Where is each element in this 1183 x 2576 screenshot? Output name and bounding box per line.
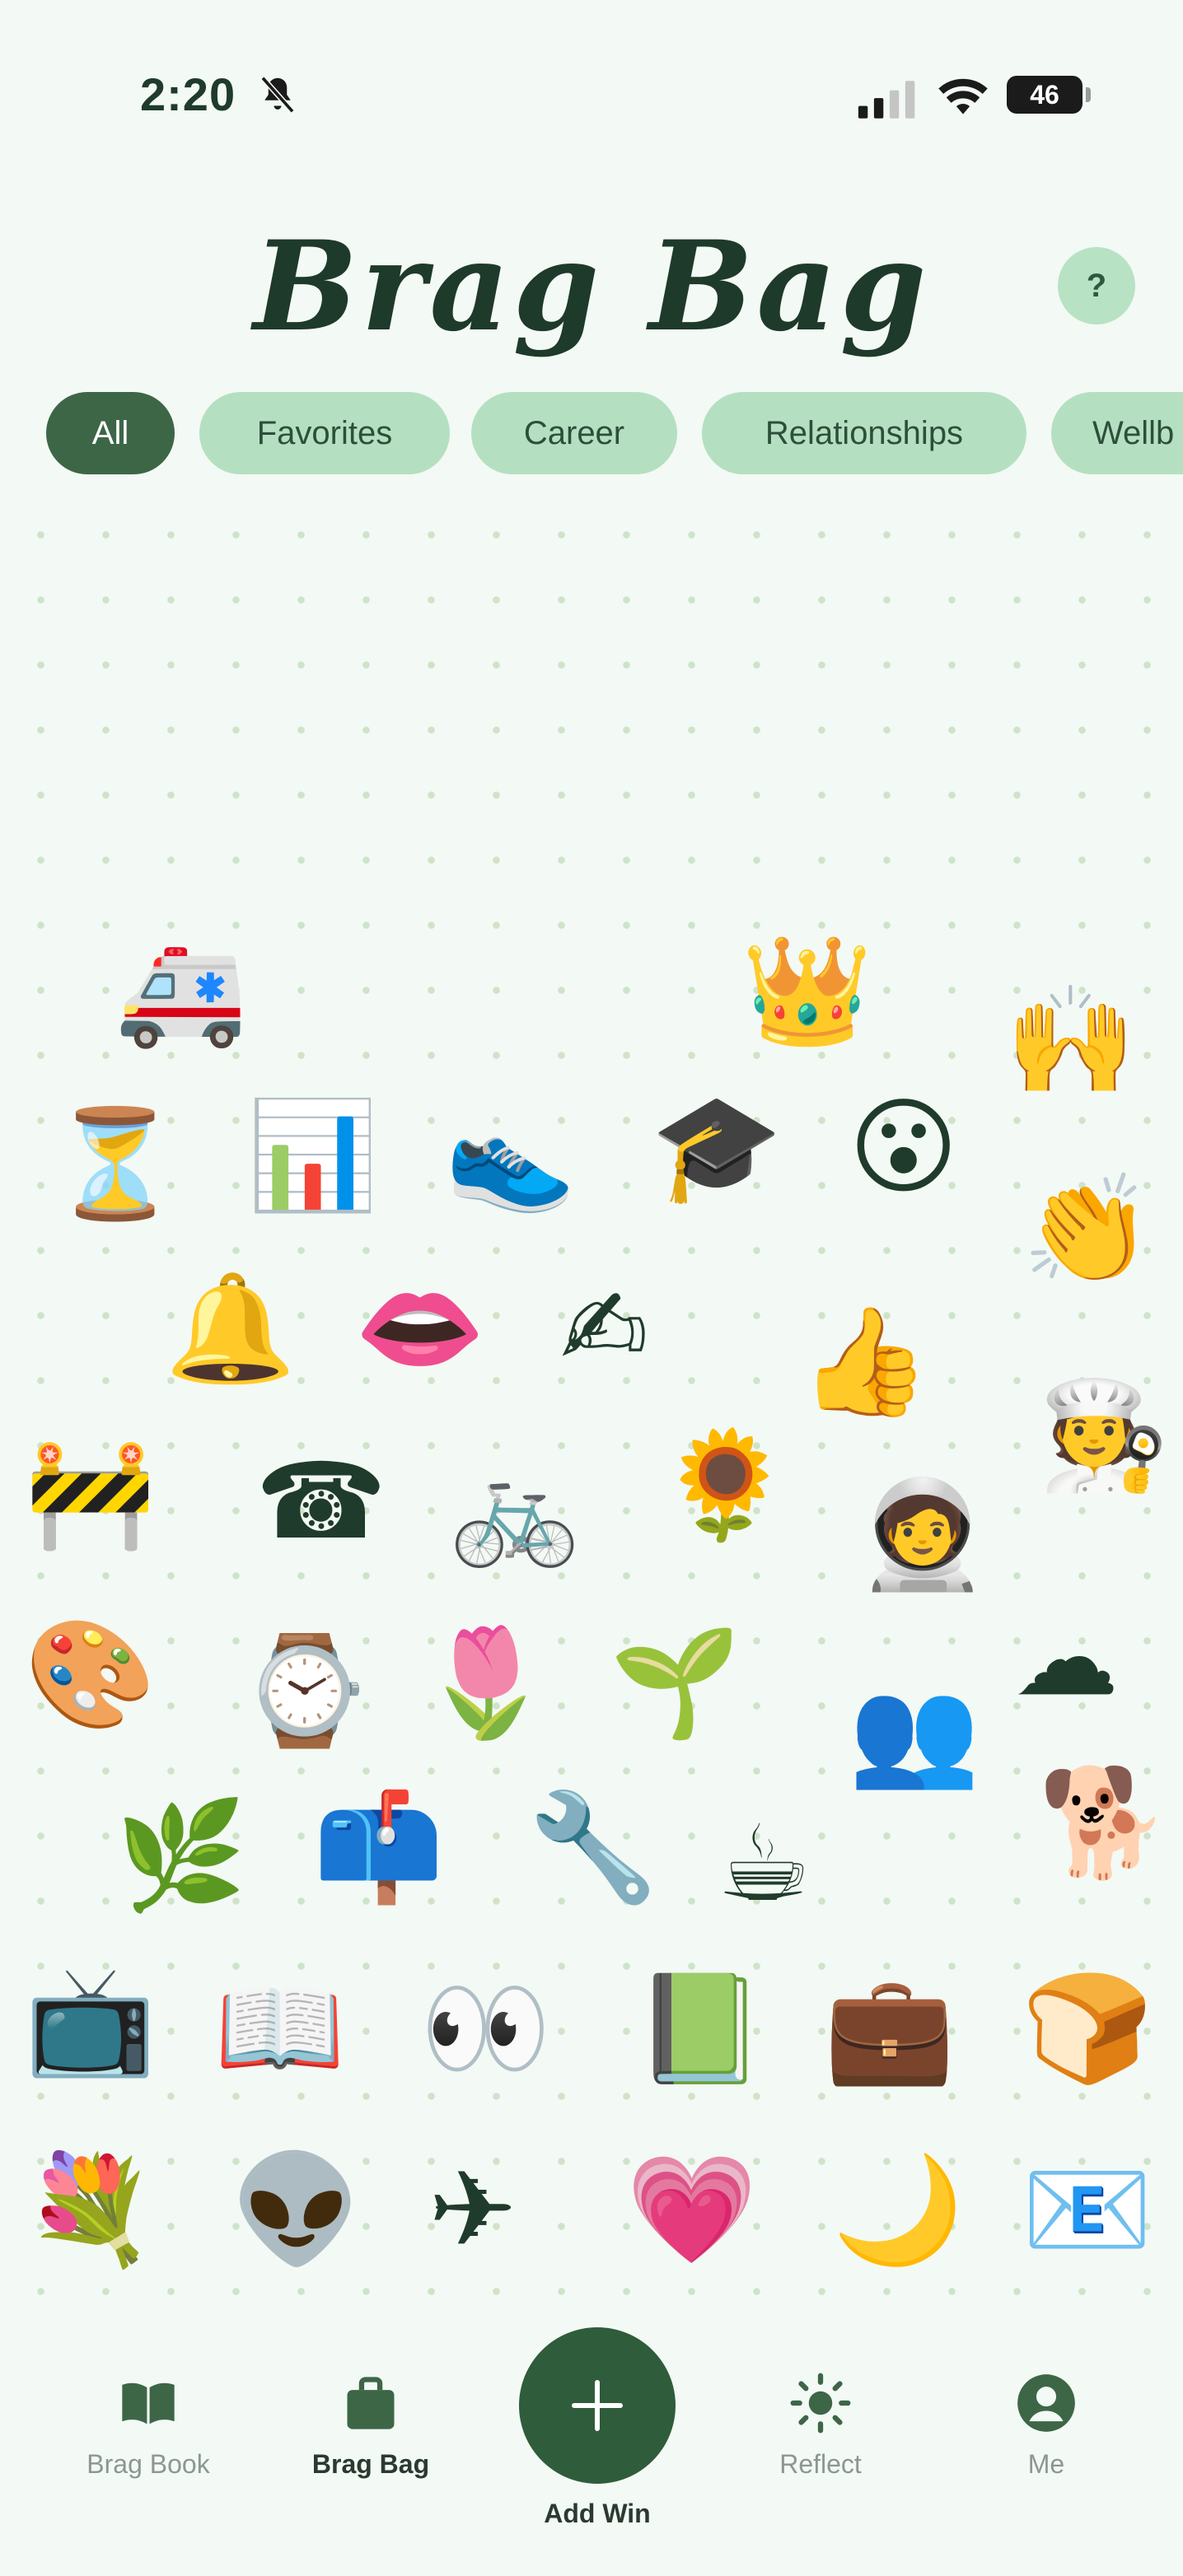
raised-hands-sticker[interactable]: 🙌 xyxy=(1005,988,1136,1094)
add-win-label: Add Win xyxy=(544,2499,651,2528)
crown-sticker[interactable]: 👑 xyxy=(741,939,872,1044)
surprised-face-sticker[interactable]: 😮 xyxy=(849,1095,958,1201)
nav-brag-bag[interactable]: Brag Bag xyxy=(272,2372,470,2480)
bag-icon xyxy=(347,2377,395,2429)
bouquet-sticker[interactable]: 💐 xyxy=(25,2158,156,2263)
nav-reflect[interactable]: Reflect xyxy=(722,2372,919,2480)
cloud-sticker[interactable]: ☁ xyxy=(1013,1606,1119,1711)
dot-grid-background xyxy=(0,486,1183,2306)
mailbox-sticker[interactable]: 📫 xyxy=(313,1795,444,1901)
status-time: 2:20 xyxy=(140,68,236,120)
bread-sticker[interactable]: 🍞 xyxy=(1022,1976,1153,2082)
palette-sticker[interactable]: 🎨 xyxy=(25,1622,156,1728)
book-icon xyxy=(122,2382,175,2424)
green-book-sticker[interactable]: 📗 xyxy=(634,1976,765,2082)
dog-sticker[interactable]: 🐕 xyxy=(1038,1771,1169,1876)
tulip-sticker[interactable]: 🌷 xyxy=(420,1631,551,1736)
page-title: Brag Bag xyxy=(253,214,930,359)
nav-brag-bag-label: Brag Bag xyxy=(311,2449,430,2479)
alien-sticker[interactable]: 👽 xyxy=(231,2158,362,2263)
astronaut-sticker[interactable]: 🧑‍🚀 xyxy=(857,1482,988,1588)
people-silhouette-sticker[interactable]: 👥 xyxy=(849,1680,980,1785)
airplane-sticker[interactable]: ✈ xyxy=(428,2158,517,2263)
hourglass-sticker[interactable]: ⏳ xyxy=(49,1112,180,1217)
open-book-sticker[interactable]: 📖 xyxy=(214,1976,345,2082)
user-icon xyxy=(1017,2374,1075,2432)
eyes-sticker[interactable]: 👀 xyxy=(420,1976,551,2082)
chip-favorites[interactable]: Favorites xyxy=(199,392,450,474)
briefcase-sticker[interactable]: 💼 xyxy=(824,1976,955,2082)
thumbs-up-sticker[interactable]: 👍 xyxy=(799,1309,930,1415)
sun-icon xyxy=(790,2373,851,2434)
nav-reflect-label: Reflect xyxy=(779,2449,862,2479)
status-bar: 2:20 46 xyxy=(0,0,1183,165)
chip-wellbeing[interactable]: Wellb xyxy=(1051,392,1183,474)
add-win-button[interactable] xyxy=(519,2327,676,2484)
cellular-signal-icon xyxy=(858,81,915,119)
category-filter-bar[interactable]: All Favorites Career Relationships Wellb xyxy=(0,392,1183,478)
bell-slash-icon xyxy=(260,76,295,114)
nav-me[interactable]: Me xyxy=(947,2372,1145,2480)
crescent-moon-sticker[interactable]: 🌙 xyxy=(832,2158,963,2263)
email-sticker[interactable]: 📧 xyxy=(1022,2158,1153,2263)
herb-sticker[interactable]: 🌿 xyxy=(115,1804,246,1909)
chip-all[interactable]: All xyxy=(46,392,175,474)
telephone-sticker[interactable]: ☎ xyxy=(255,1449,386,1555)
wrench-sticker[interactable]: 🔧 xyxy=(527,1795,658,1901)
heart-sticker[interactable]: 💗 xyxy=(626,2158,757,2263)
nav-me-label: Me xyxy=(1027,2449,1065,2479)
chip-career[interactable]: Career xyxy=(471,392,677,474)
bell-sticker[interactable]: 🔔 xyxy=(165,1276,296,1382)
battery-indicator: 46 xyxy=(1007,76,1091,114)
sneaker-sticker[interactable]: 👟 xyxy=(445,1104,576,1209)
construction-barrier-sticker[interactable]: 🚧 xyxy=(25,1441,156,1547)
chef-sticker[interactable]: 🧑‍🍳 xyxy=(1038,1384,1169,1489)
sunflower-sticker[interactable]: 🌻 xyxy=(659,1433,790,1538)
seedling-sticker[interactable]: 🌱 xyxy=(610,1631,741,1736)
ambulance-sticker[interactable]: 🚑 xyxy=(115,939,246,1044)
lips-sticker[interactable]: 👄 xyxy=(354,1276,485,1382)
graduation-cap-sticker[interactable]: 🎓 xyxy=(651,1095,782,1201)
watch-sticker[interactable]: ⌚ xyxy=(239,1639,370,1744)
nav-brag-book-label: Brag Book xyxy=(87,2449,210,2479)
bar-chart-sticker[interactable]: 📊 xyxy=(247,1104,378,1209)
chip-relationships[interactable]: Relationships xyxy=(702,392,1026,474)
television-sticker[interactable]: 📺 xyxy=(25,1968,156,2074)
writing-hand-sticker[interactable]: ✍ xyxy=(560,1276,648,1382)
wifi-icon xyxy=(938,78,988,114)
nav-brag-book[interactable]: Brag Book xyxy=(49,2372,247,2480)
help-button[interactable]: ? xyxy=(1058,247,1135,324)
bicycle-sticker[interactable]: 🚲 xyxy=(449,1458,580,1563)
clapping-hands-sticker[interactable]: 👏 xyxy=(1022,1178,1153,1283)
hot-beverage-sticker[interactable]: ☕ xyxy=(717,1812,811,1917)
